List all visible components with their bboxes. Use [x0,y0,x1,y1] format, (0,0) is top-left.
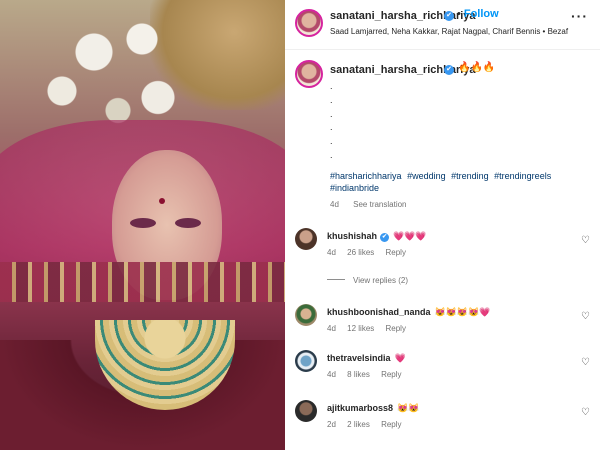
comment-text: 💗 [394,353,406,363]
commenter-avatar[interactable] [295,400,317,422]
comment-body: khushishah ✔ 💗💗💗 [327,231,427,242]
commenter-username[interactable]: ajitkumarboss8 [327,403,393,413]
caption-dot: . [330,149,333,160]
caption-hashtags: #harsharichhariya #wedding #trending #tr… [330,170,570,194]
caption-dot: . [330,136,333,147]
caption-dot: . [330,108,333,119]
caption-dot: . [330,81,333,91]
comment-time[interactable]: 4d [327,370,336,379]
like-comment-heart-icon[interactable]: ♡ [581,407,590,418]
verified-icon: ✔ [444,11,454,21]
caption-dot: . [330,94,333,105]
comment-item: ajitkumarboss8 😻😻 2d 2 likes Reply ♡ [285,400,600,444]
comment-text: 😻😻 [397,403,420,413]
view-replies-label: View replies (2) [353,276,408,285]
follow-label: Follow [463,8,499,20]
comment-likes[interactable]: 26 likes [347,248,374,257]
caption-verified-icon: ✔ [444,65,454,75]
post-details-panel: sanatani_harsha_richhariya ✔ • Follow ···… [285,0,600,450]
verified-icon: ✔ [380,233,390,242]
flower-decoration [30,0,190,130]
bride-eye-right [175,218,201,228]
comment-meta: 4d 8 likes Reply [327,370,411,379]
commenter-avatar[interactable] [295,304,317,326]
reply-button[interactable]: Reply [386,248,406,257]
comment-text: 💗💗💗 [393,231,427,241]
comment-likes[interactable]: 8 likes [347,370,370,379]
commenter-username[interactable]: khushboonishad_nanda [327,307,431,317]
caption-author-avatar[interactable] [295,60,323,88]
reply-button[interactable]: Reply [381,370,401,379]
hashtag-link[interactable]: #wedding [407,171,446,181]
comment-body: ajitkumarboss8 😻😻 [327,403,419,414]
caption-time[interactable]: 4d [330,200,339,209]
comment-item: thetravelsindia 💗 4d 8 likes Reply ♡ [285,350,600,394]
caption-meta: 4d See translation [330,200,407,209]
author-avatar[interactable] [295,9,323,37]
comment-meta: 2d 2 likes Reply [327,420,411,429]
post-media-image[interactable] [0,0,285,450]
comment-meta: 4d 12 likes Reply [327,324,415,333]
reply-button[interactable]: Reply [386,324,406,333]
audio-attribution[interactable]: Saad Lamjarred, Neha Kakkar, Rajat Nagpa… [330,27,568,36]
view-replies-button[interactable]: View replies (2) [327,276,408,285]
caption-emoji: 🔥🔥🔥 [458,62,496,73]
hashtag-link[interactable]: #trending [451,171,489,181]
comment-body: khushboonishad_nanda 😻😻😻😻💗 [327,307,491,318]
bindi [159,198,165,204]
replies-line [327,279,345,280]
bride-eye-left [130,218,156,228]
comment-likes[interactable]: 12 likes [347,324,374,333]
commenter-username[interactable]: khushishah [327,231,377,241]
see-translation-button[interactable]: See translation [353,200,406,209]
caption-dot: . [330,122,333,133]
reply-button[interactable]: Reply [381,420,401,429]
like-comment-heart-icon[interactable]: ♡ [581,235,590,246]
commenter-username[interactable]: thetravelsindia [327,353,391,363]
comment-time[interactable]: 4d [327,248,336,257]
commenter-avatar[interactable] [295,350,317,372]
more-options-icon[interactable]: ··· [571,8,588,24]
comment-item: khushishah ✔ 💗💗💗 4d 26 likes Reply ♡ [285,228,600,272]
post-header: sanatani_harsha_richhariya ✔ • Follow ···… [285,0,600,50]
caption-dots: . . . . . . [330,80,333,163]
comment-text: 😻😻😻😻💗 [434,307,491,317]
like-comment-heart-icon[interactable]: ♡ [581,357,590,368]
hashtag-link[interactable]: #trendingreels [494,171,551,181]
hashtag-link[interactable]: #harsharichhariya [330,171,402,181]
hashtag-link[interactable]: #indianbride [330,183,379,193]
comment-time[interactable]: 4d [327,324,336,333]
comment-item: khushboonishad_nanda 😻😻😻😻💗 4d 12 likes Re… [285,304,600,348]
separator-dot: • [457,8,461,20]
veil-border-embroidery [0,262,285,302]
comment-meta: 4d 26 likes Reply [327,248,415,257]
like-comment-heart-icon[interactable]: ♡ [581,311,590,322]
comment-time[interactable]: 2d [327,420,336,429]
comment-body: thetravelsindia 💗 [327,353,406,364]
comment-likes[interactable]: 2 likes [347,420,370,429]
follow-button[interactable]: • Follow [457,8,499,20]
commenter-avatar[interactable] [295,228,317,250]
